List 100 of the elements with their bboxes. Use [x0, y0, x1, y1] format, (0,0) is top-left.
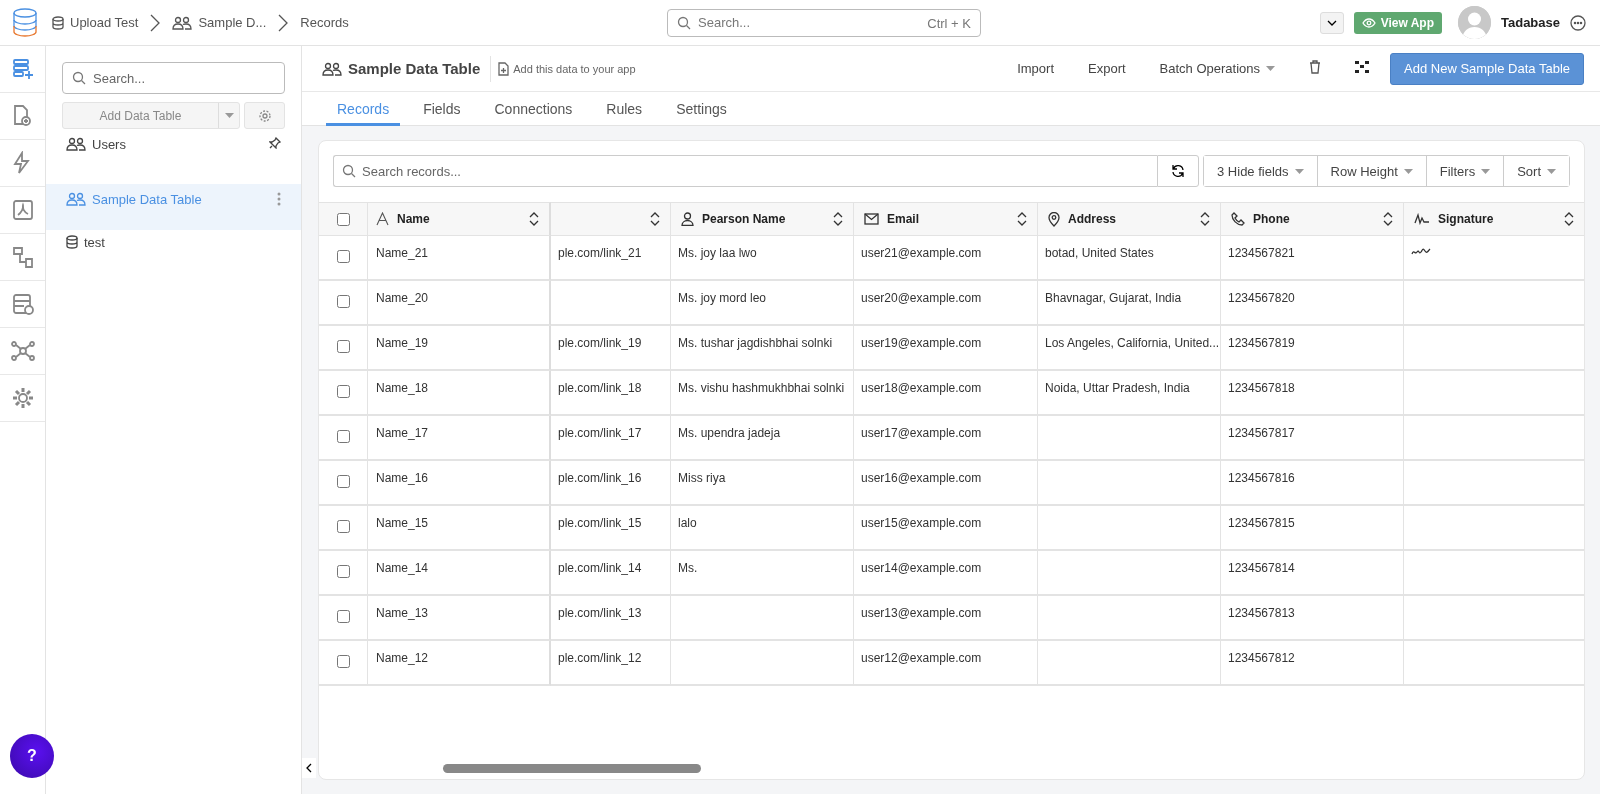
row-checkbox[interactable]	[336, 385, 350, 398]
search-icon	[342, 164, 356, 178]
column-header[interactable]: Name	[368, 202, 551, 236]
table-title: Sample Data Table	[348, 60, 481, 77]
settings-button[interactable]	[244, 102, 285, 129]
table-cell: Name_15	[368, 506, 551, 551]
settings-icon[interactable]	[10, 386, 35, 410]
table-cell: ple.com/link_21	[551, 236, 671, 281]
sort-icon	[650, 212, 660, 226]
users-icon	[172, 15, 193, 30]
dropdown-button[interactable]	[1319, 11, 1344, 34]
column-header[interactable]: Pearson Name	[671, 202, 854, 236]
tab[interactable]: Connections	[483, 92, 584, 126]
column-header[interactable]: Email	[854, 202, 1038, 236]
table-item[interactable]: Users	[46, 135, 301, 181]
chevron-right-icon	[278, 13, 289, 32]
sort-icon	[1383, 212, 1393, 226]
breadcrumb-link[interactable]: Sample D...	[172, 15, 267, 30]
table-cell: 1234567814	[1221, 551, 1404, 596]
pdf-icon[interactable]	[10, 198, 35, 222]
table-cell: ple.com/link_15	[551, 506, 671, 551]
table-cell: ple.com/link_18	[551, 371, 671, 416]
add-to-app-link[interactable]: Add this data to your app	[498, 61, 636, 76]
search-records-field[interactable]: Search records...	[333, 155, 1157, 187]
table-cell: Ms. tushar jagdishbhai solnki	[671, 326, 854, 371]
table-cell: Ms.	[671, 551, 854, 596]
table-cell: user19@example.com	[854, 326, 1038, 371]
table-cell: 1234567819	[1221, 326, 1404, 371]
table-cell: Name_21	[368, 236, 551, 281]
phone-icon	[1231, 212, 1245, 226]
data-add-icon[interactable]	[10, 292, 35, 316]
table-add-icon[interactable]	[10, 57, 35, 81]
table-cell: user15@example.com	[854, 506, 1038, 551]
chevron-down-icon	[1326, 19, 1337, 26]
row-checkbox[interactable]	[336, 475, 350, 488]
table-cell: ple.com/link_14	[551, 551, 671, 596]
breadcrumb-link[interactable]: Upload Test	[52, 15, 139, 30]
table-cell: Ms. joy laa lwo	[671, 236, 854, 281]
tab[interactable]: Fields	[412, 92, 472, 126]
toolbar-action[interactable]: Export	[1071, 61, 1143, 76]
users-icon	[66, 192, 86, 206]
table-cell: Los Angeles, California, United...	[1038, 326, 1221, 371]
row-checkbox[interactable]	[336, 610, 350, 623]
table-cell: Name_14	[368, 551, 551, 596]
text-icon	[376, 212, 389, 226]
trash-icon	[1309, 60, 1322, 74]
network-icon[interactable]	[10, 339, 35, 363]
table-cell: user17@example.com	[854, 416, 1038, 461]
table-item[interactable]: test	[46, 233, 301, 279]
collapse-button[interactable]	[302, 758, 316, 778]
caret-icon	[224, 113, 234, 118]
refresh-icon	[1171, 164, 1185, 178]
column-header[interactable]: Address	[1038, 202, 1221, 236]
batch-operations-dropdown[interactable]: Batch Operations	[1142, 61, 1293, 76]
users-icon	[66, 137, 86, 151]
logo-icon	[12, 7, 38, 38]
tab[interactable]: Rules	[595, 92, 654, 126]
refresh-button[interactable]	[1157, 155, 1199, 187]
table-cell: Ms. vishu hashmukhbhai solnki	[671, 371, 854, 416]
table-cell: user18@example.com	[854, 371, 1038, 416]
search-field[interactable]: Search...	[62, 62, 285, 94]
column-header[interactable]: Signature	[1404, 202, 1584, 236]
caret-icon	[1294, 168, 1304, 174]
select-all-checkbox[interactable]	[336, 212, 350, 226]
sort-icon	[1017, 212, 1027, 226]
table-cell: botad, United States	[1038, 236, 1221, 281]
toolbar-action[interactable]: Import	[1000, 61, 1071, 76]
table-cell: user14@example.com	[854, 551, 1038, 596]
file-add-icon	[498, 61, 510, 76]
column-header[interactable]: Phone	[1221, 202, 1404, 236]
person-icon	[681, 212, 694, 226]
envelope-icon	[864, 213, 879, 225]
table-cell: 1234567816	[1221, 461, 1404, 506]
row-checkbox[interactable]	[336, 340, 350, 353]
row-checkbox[interactable]	[336, 565, 350, 578]
table-cell: 1234567813	[1221, 596, 1404, 641]
row-checkbox[interactable]	[336, 430, 350, 443]
user-name: Tadabase	[1501, 15, 1560, 30]
tab[interactable]: Settings	[665, 92, 738, 126]
kebab-menu-icon[interactable]	[277, 192, 281, 206]
more-icon	[1570, 14, 1586, 31]
table-cell: Name_12	[368, 641, 551, 686]
toolbar-dropdown[interactable]: Sort	[1503, 156, 1569, 186]
row-checkbox[interactable]	[336, 520, 350, 533]
table-cell: Name_16	[368, 461, 551, 506]
table-cell: 1234567821	[1221, 236, 1404, 281]
table-cell: Name_13	[368, 596, 551, 641]
database-icon	[52, 15, 64, 30]
pipe-icon[interactable]	[10, 245, 35, 269]
row-checkbox[interactable]	[336, 655, 350, 668]
row-checkbox[interactable]	[336, 295, 350, 308]
table-cell: Ms. upendra jadeja	[671, 416, 854, 461]
breadcrumb-link[interactable]: Records	[300, 15, 349, 30]
scrollbar[interactable]	[443, 764, 701, 773]
row-checkbox[interactable]	[336, 250, 350, 263]
database-icon	[66, 235, 78, 249]
table-cell: user12@example.com	[854, 641, 1038, 686]
caret-icon	[1547, 168, 1556, 174]
table-cell: Name_19	[368, 326, 551, 371]
table-cell: Miss riya	[671, 461, 854, 506]
